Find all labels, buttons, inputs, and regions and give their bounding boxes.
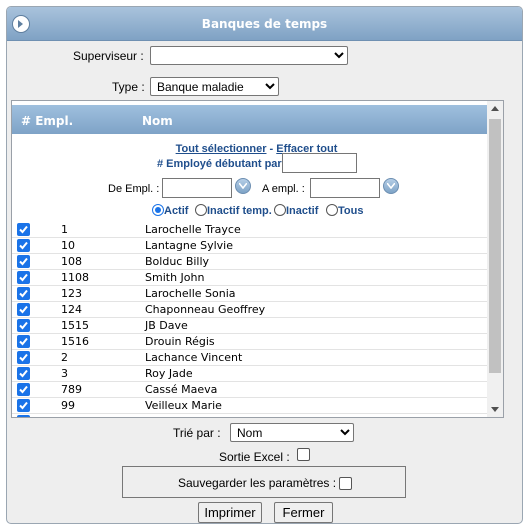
- superviseur-select[interactable]: [150, 46, 348, 65]
- row-checkbox[interactable]: [17, 319, 30, 332]
- window-title: Banques de temps: [201, 17, 328, 31]
- status-option-tous[interactable]: Tous: [326, 204, 363, 217]
- radio-tous[interactable]: [326, 204, 338, 216]
- sort-label: Trié par :: [173, 426, 221, 440]
- row-checkbox[interactable]: [17, 287, 30, 300]
- row-checkbox[interactable]: [17, 399, 30, 412]
- row-checkbox[interactable]: [17, 271, 30, 284]
- row-checkbox[interactable]: [17, 303, 30, 316]
- employee-name: Smith John: [145, 271, 205, 284]
- type-select[interactable]: Banque maladie: [150, 77, 279, 96]
- row-checkbox[interactable]: [17, 415, 30, 417]
- list-item[interactable]: 1 Larochelle Trayce: [12, 222, 501, 238]
- select-all-link[interactable]: Tout sélectionner: [176, 143, 267, 155]
- type-label: Type :: [112, 80, 145, 94]
- employee-number: 1515: [61, 319, 89, 332]
- radio-inactif-temp[interactable]: [195, 204, 207, 216]
- row-checkbox[interactable]: [17, 351, 30, 364]
- employee-number: 123: [61, 287, 82, 300]
- employee-name: Larochelle Sonia: [145, 287, 236, 300]
- status-option-inactif[interactable]: Inactif: [274, 204, 318, 217]
- employee-number: 3: [61, 367, 68, 380]
- employee-number: 1108: [61, 271, 89, 284]
- list-item[interactable]: 2 Lachance Vincent: [12, 350, 501, 366]
- employee-number: 2: [61, 351, 68, 364]
- employee-name: Poulin Karine: [145, 415, 217, 417]
- status-option-inactif-temp[interactable]: Inactif temp.: [195, 204, 272, 217]
- sort-select[interactable]: Nom: [230, 423, 354, 442]
- to-empl-input[interactable]: [310, 178, 380, 198]
- list-item[interactable]: 124 Chaponneau Geoffrey: [12, 302, 501, 318]
- list-item[interactable]: 999 Poulin Karine: [12, 414, 501, 417]
- excel-label: Sortie Excel :: [219, 450, 290, 464]
- employee-name: Cassé Maeva: [145, 383, 218, 396]
- employee-number: 1: [61, 223, 68, 236]
- radio-inactif[interactable]: [274, 204, 286, 216]
- print-button[interactable]: Imprimer: [198, 502, 262, 523]
- employee-name: Drouin Régis: [145, 335, 215, 348]
- time-bank-panel: Banques de temps Superviseur : Type : Ba…: [6, 6, 523, 524]
- from-empl-label: De Empl. :: [108, 183, 160, 195]
- list-item[interactable]: 1515 JB Dave: [12, 318, 501, 334]
- employee-name: Chaponneau Geoffrey: [145, 303, 266, 316]
- save-params-checkbox[interactable]: [339, 477, 352, 490]
- save-params-box: Sauvegarder les paramètres :: [122, 466, 406, 498]
- scroll-up-icon: [491, 106, 499, 111]
- list-item[interactable]: 99 Veilleux Marie: [12, 398, 501, 414]
- from-empl-input[interactable]: [162, 178, 232, 198]
- scrollbar-thumb[interactable]: [489, 119, 501, 373]
- close-button[interactable]: Fermer: [274, 502, 333, 523]
- list-item[interactable]: 1108 Smith John: [12, 270, 501, 286]
- employee-prefix-input[interactable]: [282, 153, 357, 173]
- employee-number: 99: [61, 399, 75, 412]
- row-checkbox[interactable]: [17, 255, 30, 268]
- employee-number: 10: [61, 239, 75, 252]
- status-option-actif[interactable]: Actif: [152, 204, 188, 217]
- list-header: # Empl. Nom: [12, 105, 501, 134]
- column-header-empl: # Empl.: [21, 114, 74, 128]
- employee-name: Veilleux Marie: [145, 399, 222, 412]
- column-header-nom: Nom: [142, 114, 173, 128]
- employee-number: 108: [61, 255, 82, 268]
- list-scrollbar[interactable]: [487, 101, 503, 417]
- list-item[interactable]: 1516 Drouin Régis: [12, 334, 501, 350]
- row-checkbox[interactable]: [17, 239, 30, 252]
- row-checkbox[interactable]: [17, 335, 30, 348]
- list-item[interactable]: 789 Cassé Maeva: [12, 382, 501, 398]
- row-checkbox[interactable]: [17, 383, 30, 396]
- list-item[interactable]: 108 Bolduc Billy: [12, 254, 501, 270]
- radio-actif[interactable]: [152, 204, 164, 216]
- employee-prefix-label: # Employé débutant par :: [157, 158, 289, 170]
- link-separator: -: [266, 143, 277, 155]
- row-checkbox[interactable]: [17, 367, 30, 380]
- list-item[interactable]: 10 Lantagne Sylvie: [12, 238, 501, 254]
- employee-name: Roy Jade: [145, 367, 193, 380]
- save-params-label: Sauvegarder les paramètres :: [178, 476, 337, 490]
- employee-number: 124: [61, 303, 82, 316]
- list-item[interactable]: 3 Roy Jade: [12, 366, 501, 382]
- employee-name: Larochelle Trayce: [145, 223, 241, 236]
- to-empl-label: A empl. :: [262, 183, 305, 195]
- scroll-down-icon: [491, 407, 499, 412]
- employee-name: Bolduc Billy: [145, 255, 210, 268]
- row-checkbox[interactable]: [17, 223, 30, 236]
- employee-number: 1516: [61, 335, 89, 348]
- employee-name: Lantagne Sylvie: [145, 239, 233, 252]
- superviseur-label: Superviseur :: [73, 49, 144, 63]
- excel-checkbox[interactable]: [297, 448, 310, 461]
- employee-name: Lachance Vincent: [145, 351, 243, 364]
- from-empl-lookup-icon[interactable]: [235, 178, 251, 194]
- employee-number: 999: [61, 415, 82, 417]
- list-item[interactable]: 123 Larochelle Sonia: [12, 286, 501, 302]
- employee-list: # Empl. Nom Tout sélectionner - Effacer …: [11, 100, 504, 418]
- title-bar: Banques de temps: [7, 7, 522, 41]
- to-empl-lookup-icon[interactable]: [383, 178, 399, 194]
- employee-number: 789: [61, 383, 82, 396]
- employee-name: JB Dave: [145, 319, 188, 332]
